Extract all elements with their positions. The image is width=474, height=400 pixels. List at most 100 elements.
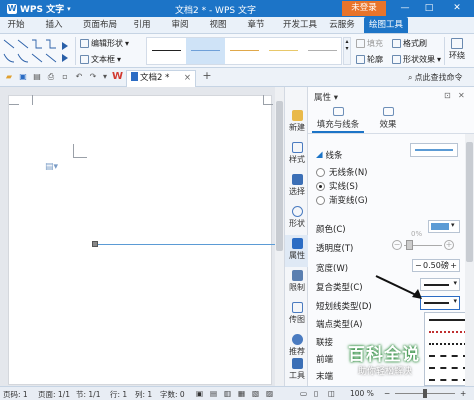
- tab-page-layout[interactable]: 页面布局: [80, 17, 120, 33]
- new-tab-button[interactable]: +: [202, 70, 212, 81]
- status-icon[interactable]: ▤: [210, 389, 217, 398]
- redo-icon[interactable]: ↷: [88, 72, 98, 82]
- tab-references[interactable]: 引用: [130, 17, 154, 33]
- dash-option-round-dot[interactable]: [429, 331, 469, 333]
- scrollbar-thumb[interactable]: [276, 101, 283, 251]
- pin-icon[interactable]: ⊡: [444, 91, 451, 100]
- login-button[interactable]: 未登录: [342, 1, 386, 16]
- status-icon[interactable]: ▨: [266, 389, 273, 398]
- fill-bucket-icon: [332, 107, 344, 116]
- status-page-number: 页码: 1: [3, 390, 28, 399]
- width-label: 宽度(W): [316, 264, 349, 274]
- sidebar-item-new[interactable]: 新建: [285, 107, 309, 139]
- minimize-button[interactable]: —: [394, 0, 416, 17]
- outline-button[interactable]: 轮廓: [356, 53, 383, 66]
- style-swatch[interactable]: [225, 38, 264, 64]
- color-picker[interactable]: ▾: [428, 220, 460, 233]
- style-gallery-more-button[interactable]: ▴ ▾: [343, 37, 351, 65]
- command-search[interactable]: ⌕ 点此查找命令: [408, 71, 472, 84]
- tab-developer[interactable]: 开发工具: [280, 17, 320, 33]
- zoom-value[interactable]: 100 %: [350, 389, 374, 398]
- width-spinner[interactable]: − 0.50磅 +: [412, 259, 460, 272]
- sidebar-item-style[interactable]: 样式: [285, 139, 309, 171]
- radio-gradient-line[interactable]: 渐变线(G): [316, 194, 368, 206]
- status-icon[interactable]: ▦: [238, 389, 245, 398]
- close-tab-icon[interactable]: ×: [184, 71, 191, 86]
- shape-effect-button[interactable]: 形状效果 ▾: [392, 53, 441, 66]
- panel-scrollbar[interactable]: [465, 134, 474, 386]
- radio-solid-line[interactable]: 实线(S): [316, 180, 358, 192]
- tab-fill-and-line[interactable]: 填充与线条: [312, 107, 364, 133]
- compound-type-label: 复合类型(C): [316, 283, 363, 293]
- sidebar-item-restrict[interactable]: 限制: [285, 267, 309, 299]
- tab-review[interactable]: 审阅: [168, 17, 192, 33]
- tab-effect[interactable]: 效果: [364, 107, 412, 133]
- chevron-down-icon[interactable]: ▾: [100, 72, 110, 82]
- paste-options-icon[interactable]: ▤▾: [45, 162, 58, 172]
- view-mode-icon[interactable]: ▭: [300, 389, 307, 398]
- join-type-label: 联接: [316, 338, 334, 348]
- spinner-plus[interactable]: +: [450, 260, 457, 271]
- radio-button[interactable]: [316, 167, 325, 177]
- document-page[interactable]: ▤▾: [8, 95, 277, 385]
- print-icon[interactable]: ⎙: [46, 72, 56, 82]
- sidebar-item-send-image[interactable]: 传图: [285, 299, 309, 331]
- tab-document2[interactable]: 文档2 * ×: [126, 70, 196, 87]
- sidebar-item-select[interactable]: 选择: [285, 171, 309, 203]
- view-mode-icon[interactable]: ▯: [314, 389, 318, 398]
- open-folder-icon[interactable]: ▰: [4, 72, 14, 82]
- undo-icon[interactable]: ↶: [74, 72, 84, 82]
- maximize-button[interactable]: □: [418, 0, 440, 17]
- status-icon[interactable]: ▥: [224, 389, 231, 398]
- drawn-line-shape[interactable]: [95, 244, 277, 245]
- line-section-header[interactable]: ◢ 线条: [316, 149, 343, 161]
- zoom-in-button[interactable]: +: [460, 389, 466, 398]
- zoom-slider-thumb[interactable]: [423, 389, 427, 398]
- tab-cloud[interactable]: 云服务: [326, 17, 358, 33]
- tools-icon: [291, 358, 303, 369]
- dash-option-solid[interactable]: [429, 319, 469, 321]
- fill-button[interactable]: 填充: [356, 37, 383, 50]
- close-panel-icon[interactable]: ✕: [458, 91, 465, 100]
- line-preview-button[interactable]: [410, 143, 458, 157]
- save-icon[interactable]: ▣: [18, 72, 28, 82]
- app-menu-button[interactable]: W WPS 文字 ▾: [3, 2, 75, 15]
- slider-thumb[interactable]: [406, 240, 413, 250]
- format-brush-button[interactable]: 格式刷: [392, 37, 427, 50]
- tab-view[interactable]: 视图: [206, 17, 230, 33]
- tab-drawing-tools[interactable]: 绘图工具: [364, 17, 408, 33]
- wrap-button[interactable]: 环绕: [449, 38, 465, 64]
- edit-shape-button[interactable]: 编辑形状 ▾: [80, 37, 129, 50]
- status-icon[interactable]: ▣: [196, 389, 203, 398]
- style-swatch[interactable]: [264, 38, 303, 64]
- radio-button[interactable]: [316, 195, 325, 205]
- sidebar-item-shape[interactable]: 形状: [285, 203, 309, 235]
- vertical-scrollbar[interactable]: [275, 87, 284, 386]
- zoom-out-button[interactable]: −: [384, 389, 390, 398]
- wps-home-icon[interactable]: W: [112, 71, 123, 82]
- close-button[interactable]: ✕: [446, 0, 468, 17]
- radio-button[interactable]: [316, 181, 325, 191]
- status-icon[interactable]: ▧: [252, 389, 259, 398]
- sidebar-item-tools[interactable]: 工具: [285, 355, 309, 387]
- style-swatch[interactable]: [147, 38, 186, 64]
- sidebar-item-properties[interactable]: 属性: [285, 235, 309, 267]
- tab-start[interactable]: 开始: [4, 17, 28, 33]
- line-handle[interactable]: [92, 241, 98, 247]
- view-mode-icon[interactable]: ◫: [328, 389, 335, 398]
- tab-insert[interactable]: 插入: [42, 17, 66, 33]
- style-swatch[interactable]: [186, 38, 225, 64]
- image-icon: [291, 302, 303, 313]
- textbox-button[interactable]: 文本框 ▾: [80, 53, 121, 66]
- decrease-button[interactable]: −: [392, 240, 402, 250]
- tab-section[interactable]: 章节: [244, 17, 268, 33]
- style-swatch[interactable]: [303, 38, 342, 64]
- increase-button[interactable]: +: [444, 240, 454, 250]
- spinner-minus[interactable]: −: [415, 260, 422, 271]
- print-preview-icon[interactable]: ▤: [32, 72, 42, 82]
- radio-no-line[interactable]: 无线条(N): [316, 166, 368, 178]
- export-icon[interactable]: ▫: [60, 72, 70, 82]
- shape-gallery[interactable]: [2, 36, 72, 66]
- ribbon-separator: [75, 37, 76, 65]
- scrollbar-thumb[interactable]: [466, 142, 473, 262]
